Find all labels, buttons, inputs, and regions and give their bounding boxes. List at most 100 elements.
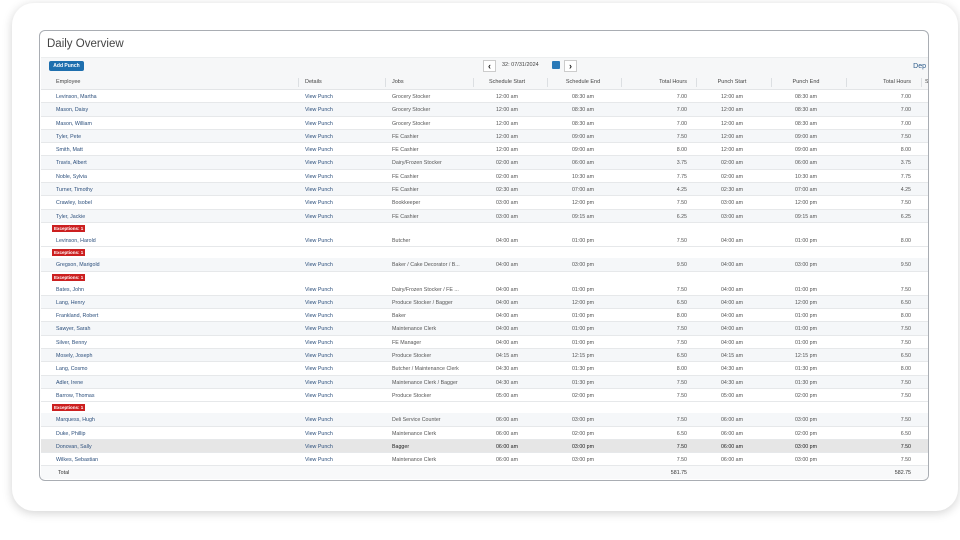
table-row[interactable]: Levinson, Martha View Punch Grocery Stocke… [41, 90, 928, 104]
date-field[interactable]: 32: 07/31/2024 [502, 62, 539, 68]
employee-name[interactable]: Noble, Sylvia [56, 174, 87, 180]
column-divider[interactable] [473, 78, 474, 87]
column-header[interactable]: Punch End [776, 79, 836, 85]
view-punch-link[interactable]: View Punch [305, 134, 333, 140]
employee-name[interactable]: Bates, John [56, 287, 84, 293]
view-punch-link[interactable]: View Punch [305, 393, 333, 399]
employee-name[interactable]: Adler, Irene [56, 380, 83, 386]
chevron-right-icon[interactable]: › [564, 60, 577, 72]
table-row[interactable]: Frankland, Robert View Punch Baker 04:00 am… [41, 309, 928, 323]
exception-badge[interactable]: Exceptions: 1 [52, 224, 86, 232]
column-divider[interactable] [696, 78, 697, 87]
table-row[interactable]: Mason, Daisy View Punch Grocery Stocker 12:… [41, 103, 928, 117]
view-punch-link[interactable]: View Punch [305, 380, 333, 386]
calendar-icon[interactable] [552, 61, 560, 69]
table-row[interactable]: Barrow, Thomas View Punch Produce Stocker 0… [41, 389, 928, 403]
view-punch-link[interactable]: View Punch [305, 417, 333, 423]
view-punch-link[interactable]: View Punch [305, 214, 333, 220]
view-punch-link[interactable]: View Punch [305, 457, 333, 463]
column-header[interactable]: Total Hours [659, 79, 687, 85]
exception-badge[interactable]: Exceptions: 1 [52, 249, 86, 257]
view-punch-link[interactable]: View Punch [305, 366, 333, 372]
view-punch-link[interactable]: View Punch [305, 287, 333, 293]
column-header[interactable]: Schedule End [553, 79, 613, 85]
employee-name[interactable]: Mosely, Joseph [56, 353, 92, 359]
employee-name[interactable]: Barrow, Thomas [56, 393, 94, 399]
employee-name[interactable]: Silver, Benny [56, 340, 87, 346]
table-row[interactable]: Wilkes, Sebastian View Punch Maintenance C… [41, 453, 928, 467]
employee-name[interactable]: Smith, Matt [56, 147, 83, 153]
column-divider[interactable] [298, 78, 299, 87]
table-row[interactable]: Bates, John View Punch Dairy/Frozen Stocke… [41, 283, 928, 296]
employee-name[interactable]: Marquess, Hugh [56, 417, 95, 423]
chevron-left-icon[interactable]: ‹ [483, 60, 496, 72]
table-row[interactable]: Levinson, Harold View Punch Butcher 04:00 a… [41, 234, 928, 248]
dep-link[interactable]: Dep [913, 63, 926, 70]
employee-name[interactable]: Lang, Henry [56, 300, 85, 306]
table-row[interactable]: Travis, Albert View Punch Dairy/Frozen Sto… [41, 156, 928, 170]
column-header[interactable]: Punch Start [702, 79, 762, 85]
column-header[interactable]: Details [305, 79, 322, 85]
employee-name[interactable]: Duke, Phillip [56, 431, 85, 437]
column-header[interactable]: S [925, 79, 928, 85]
employee-name[interactable]: Sawyer, Sarah [56, 326, 90, 332]
employee-name[interactable]: Wilkes, Sebastian [56, 457, 98, 463]
view-punch-link[interactable]: View Punch [305, 340, 333, 346]
column-divider[interactable] [846, 78, 847, 87]
table-row[interactable]: Gregson, Marigold View Punch Baker / Cake … [41, 258, 928, 272]
view-punch-link[interactable]: View Punch [305, 238, 333, 244]
table-row[interactable]: Crawley, Isobel View Punch Bookkeeper 03:00… [41, 196, 928, 210]
table-row[interactable]: Noble, Sylvia View Punch FE Cashier 02:00 a… [41, 170, 928, 184]
table-row[interactable]: Lang, Henry View Punch Produce Stocker / B… [41, 295, 928, 310]
table-row[interactable]: Sawyer, Sarah View Punch Maintenance Clerk… [41, 322, 928, 336]
view-punch-link[interactable]: View Punch [305, 121, 333, 127]
view-punch-link[interactable]: View Punch [305, 353, 333, 359]
table-row[interactable]: Lang, Cosmo View Punch Butcher / Maintenan… [41, 362, 928, 376]
view-punch-link[interactable]: View Punch [305, 187, 333, 193]
view-punch-link[interactable]: View Punch [305, 326, 333, 332]
table-row[interactable]: Tyler, Jackie View Punch FE Cashier 03:00 a… [41, 209, 928, 223]
view-punch-link[interactable]: View Punch [305, 200, 333, 206]
view-punch-link[interactable]: View Punch [305, 94, 333, 100]
view-punch-link[interactable]: View Punch [305, 300, 333, 306]
column-header[interactable]: Employee [56, 79, 80, 85]
column-divider[interactable] [921, 78, 922, 87]
employee-name[interactable]: Crawley, Isobel [56, 200, 92, 206]
table-row[interactable]: Marquess, Hugh View Punch Deli Service Cou… [41, 413, 928, 427]
view-punch-link[interactable]: View Punch [305, 313, 333, 319]
employee-name[interactable]: Frankland, Robert [56, 313, 98, 319]
employee-name[interactable]: Levinson, Martha [56, 94, 97, 100]
column-header[interactable]: Jobs [392, 79, 404, 85]
employee-name[interactable]: Levinson, Harold [56, 238, 96, 244]
exception-badge[interactable]: Exceptions: 1 [52, 404, 86, 412]
column-header[interactable]: Schedule Start [477, 79, 537, 85]
table-row[interactable]: Adler, Irene View Punch Maintenance Clerk … [41, 375, 928, 389]
table-row[interactable]: Donovan, Sally View Punch Bagger 06:00 am 03… [41, 439, 928, 454]
table-row[interactable]: Duke, Phillip View Punch Maintenance Clerk… [41, 427, 928, 440]
table-row[interactable]: Tyler, Pete View Punch FE Cashier 12:00 am 0… [41, 129, 928, 144]
column-divider[interactable] [547, 78, 548, 87]
view-punch-link[interactable]: View Punch [305, 174, 333, 180]
employee-name[interactable]: Mason, Daisy [56, 107, 88, 113]
view-punch-link[interactable]: View Punch [305, 147, 333, 153]
table-row[interactable]: Smith, Matt View Punch FE Cashier 12:00 am 0… [41, 143, 928, 157]
table-row[interactable]: Silver, Benny View Punch FE Manager 04:00 a… [41, 336, 928, 350]
exception-badge[interactable]: Exceptions: 1 [52, 273, 86, 281]
employee-name[interactable]: Turner, Timothy [56, 187, 93, 193]
add-punch-button[interactable]: Add Punch [49, 61, 84, 71]
table-row[interactable]: Mosely, Joseph View Punch Produce Stocker 0… [41, 349, 928, 363]
employee-name[interactable]: Travis, Albert [56, 160, 87, 166]
employee-name[interactable]: Gregson, Marigold [56, 262, 100, 268]
column-divider[interactable] [621, 78, 622, 87]
employee-name[interactable]: Tyler, Pete [56, 134, 81, 140]
column-divider[interactable] [771, 78, 772, 87]
table-row[interactable]: Turner, Timothy View Punch FE Cashier 02:30… [41, 183, 928, 197]
column-header[interactable]: Total Hours [883, 79, 911, 85]
view-punch-link[interactable]: View Punch [305, 431, 333, 437]
view-punch-link[interactable]: View Punch [305, 444, 333, 450]
view-punch-link[interactable]: View Punch [305, 107, 333, 113]
employee-name[interactable]: Mason, William [56, 121, 92, 127]
view-punch-link[interactable]: View Punch [305, 262, 333, 268]
table-row[interactable]: Mason, William View Punch Grocery Stocker 1… [41, 117, 928, 130]
employee-name[interactable]: Donovan, Sally [56, 444, 92, 450]
